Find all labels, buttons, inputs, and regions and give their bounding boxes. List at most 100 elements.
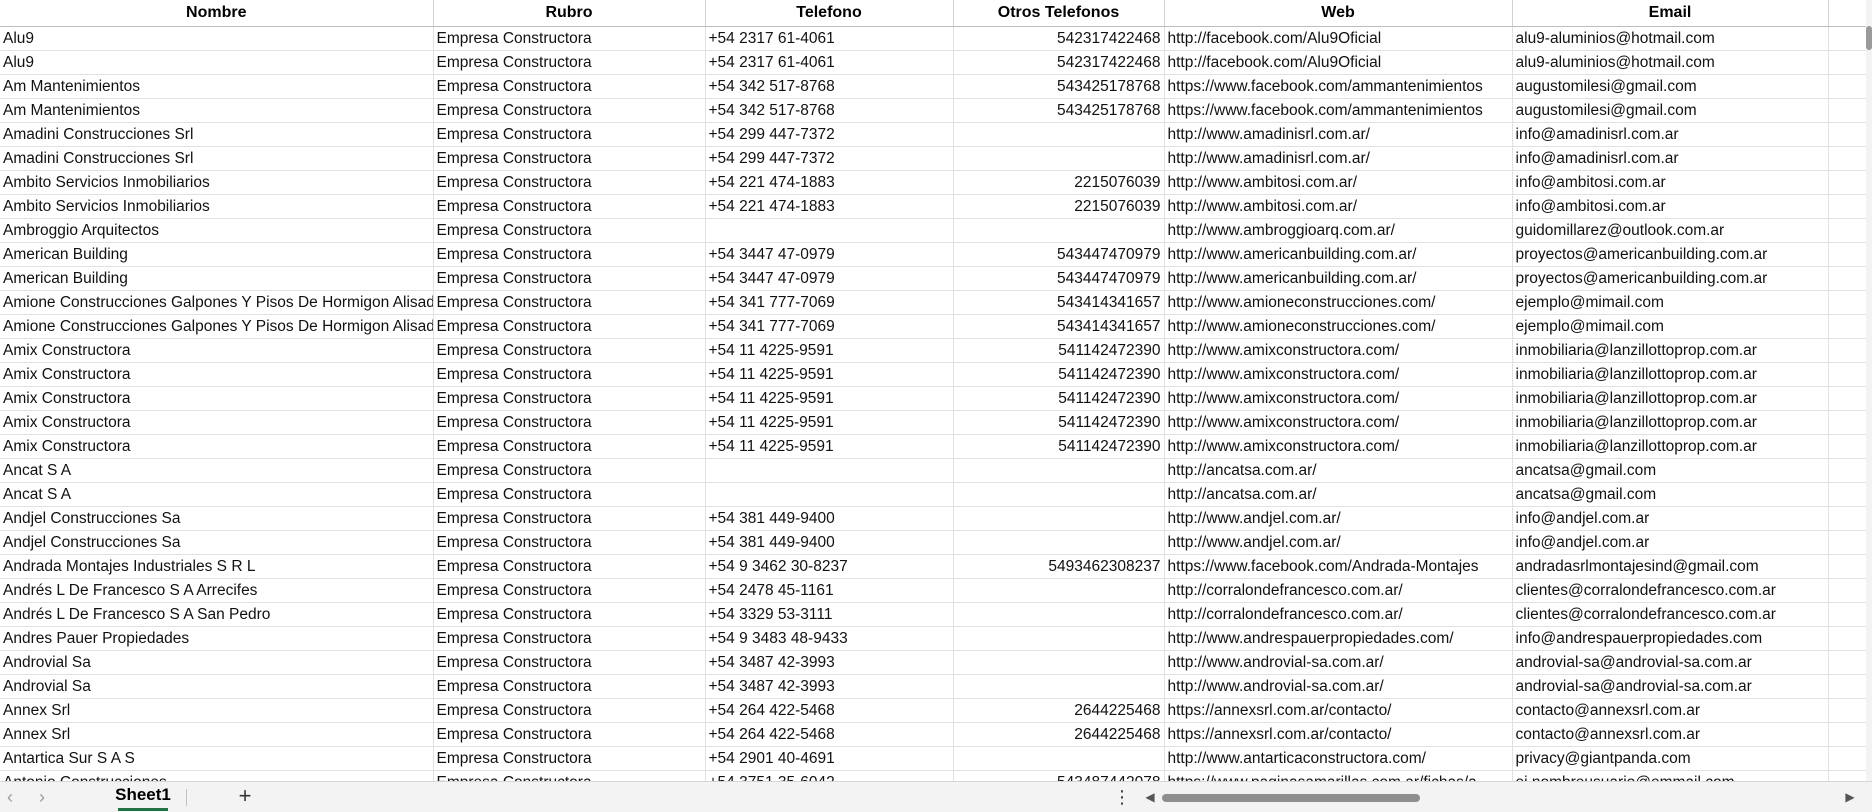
cell[interactable] xyxy=(1828,578,1866,603)
cell[interactable] xyxy=(1828,314,1866,339)
cell[interactable] xyxy=(1828,26,1866,51)
cell[interactable]: Empresa Constructora xyxy=(433,50,706,75)
cell[interactable]: 543425178768 xyxy=(953,98,1165,123)
cell[interactable] xyxy=(1828,74,1866,99)
cell[interactable]: +54 2317 61-4061 xyxy=(705,26,954,51)
cell[interactable]: androvial-sa@androvial-sa.com.ar xyxy=(1512,650,1829,675)
vertical-scrollbar[interactable] xyxy=(1866,0,1872,781)
cell[interactable] xyxy=(1828,626,1866,651)
cell[interactable]: http://www.antarticaconstructora.com/ xyxy=(1164,746,1513,771)
cell[interactable] xyxy=(1828,170,1866,195)
cell[interactable]: +54 9 3462 30-8237 xyxy=(705,554,954,579)
cell[interactable]: Empresa Constructora xyxy=(433,410,706,435)
cell[interactable]: +54 2901 40-4691 xyxy=(705,746,954,771)
cell[interactable] xyxy=(953,506,1165,531)
prev-sheet-icon[interactable]: ‹ xyxy=(0,786,20,808)
cell[interactable]: +54 299 447-7372 xyxy=(705,146,954,171)
cell[interactable]: 541142472390 xyxy=(953,410,1165,435)
cell[interactable]: http://corralondefrancesco.com.ar/ xyxy=(1164,602,1513,627)
cell[interactable]: privacy@giantpanda.com xyxy=(1512,746,1829,771)
cell[interactable]: +54 11 4225-9591 xyxy=(705,410,954,435)
vertical-scroll-thumb[interactable] xyxy=(1866,26,1872,50)
cell[interactable]: alu9-aluminios@hotmail.com xyxy=(1512,26,1829,51)
cell[interactable]: Empresa Constructora xyxy=(433,26,706,51)
cell[interactable]: 542317422468 xyxy=(953,50,1165,75)
cell[interactable]: +54 341 777-7069 xyxy=(705,314,954,339)
cell[interactable]: inmobiliaria@lanzillottoprop.com.ar xyxy=(1512,410,1829,435)
horizontal-scrollbar[interactable] xyxy=(1162,794,1842,802)
cell[interactable] xyxy=(1828,146,1866,171)
cell[interactable]: Empresa Constructora xyxy=(433,362,706,387)
cell[interactable]: info@andrespauerpropiedades.com xyxy=(1512,626,1829,651)
cell[interactable]: Empresa Constructora xyxy=(433,434,706,459)
cell[interactable]: American Building xyxy=(0,242,434,267)
column-header-web[interactable]: Web xyxy=(1164,0,1513,27)
cell[interactable]: 543447470979 xyxy=(953,242,1165,267)
cell[interactable]: Empresa Constructora xyxy=(433,242,706,267)
more-options-icon[interactable]: ⋮ xyxy=(1112,784,1132,810)
cell[interactable]: http://www.americanbuilding.com.ar/ xyxy=(1164,266,1513,291)
cell[interactable]: Andjel Construcciones Sa xyxy=(0,530,434,555)
column-header-empty[interactable] xyxy=(1828,0,1866,27)
cell[interactable]: inmobiliaria@lanzillottoprop.com.ar xyxy=(1512,434,1829,459)
cell[interactable]: info@andjel.com.ar xyxy=(1512,506,1829,531)
cell[interactable]: augustomilesi@gmail.com xyxy=(1512,74,1829,99)
cell[interactable]: https://www.facebook.com/ammantenimiento… xyxy=(1164,74,1513,99)
cell[interactable]: +54 221 474-1883 xyxy=(705,194,954,219)
cell[interactable]: http://www.amixconstructora.com/ xyxy=(1164,410,1513,435)
cell[interactable]: Alu9 xyxy=(0,26,434,51)
cell[interactable]: 543447470979 xyxy=(953,266,1165,291)
cell[interactable]: +54 342 517-8768 xyxy=(705,74,954,99)
cell[interactable]: Empresa Constructora xyxy=(433,770,706,781)
cell[interactable]: ejemplo@mimail.com xyxy=(1512,314,1829,339)
cell[interactable]: inmobiliaria@lanzillottoprop.com.ar xyxy=(1512,362,1829,387)
cell[interactable]: http://www.ambitosi.com.ar/ xyxy=(1164,170,1513,195)
cell[interactable]: andradasrlmontajesind@gmail.com xyxy=(1512,554,1829,579)
cell[interactable]: Empresa Constructora xyxy=(433,386,706,411)
cell[interactable]: 543414341657 xyxy=(953,314,1165,339)
cell[interactable] xyxy=(1828,650,1866,675)
cell[interactable] xyxy=(1828,770,1866,781)
cell[interactable]: http://www.androvial-sa.com.ar/ xyxy=(1164,674,1513,699)
cell[interactable] xyxy=(1828,98,1866,123)
cell[interactable]: American Building xyxy=(0,266,434,291)
cell[interactable] xyxy=(953,578,1165,603)
cell[interactable]: contacto@annexsrl.com.ar xyxy=(1512,698,1829,723)
cell[interactable]: Andrés L De Francesco S A San Pedro xyxy=(0,602,434,627)
cell[interactable]: 541142472390 xyxy=(953,434,1165,459)
cell[interactable] xyxy=(705,482,954,507)
cell[interactable] xyxy=(1828,50,1866,75)
cell[interactable]: http://ancatsa.com.ar/ xyxy=(1164,482,1513,507)
cell[interactable]: Amix Constructora xyxy=(0,386,434,411)
cell[interactable]: Androvial Sa xyxy=(0,674,434,699)
cell[interactable] xyxy=(1828,506,1866,531)
cell[interactable] xyxy=(953,146,1165,171)
cell[interactable]: http://facebook.com/Alu9Oficial xyxy=(1164,26,1513,51)
cell[interactable]: Amadini Construcciones Srl xyxy=(0,122,434,147)
cell[interactable] xyxy=(1828,698,1866,723)
cell[interactable]: clientes@corralondefrancesco.com.ar xyxy=(1512,578,1829,603)
cell[interactable]: +54 221 474-1883 xyxy=(705,170,954,195)
cell[interactable] xyxy=(953,482,1165,507)
cell[interactable]: Empresa Constructora xyxy=(433,746,706,771)
cell[interactable]: https://annexsrl.com.ar/contacto/ xyxy=(1164,722,1513,747)
cell[interactable] xyxy=(1828,242,1866,267)
cell[interactable]: Empresa Constructora xyxy=(433,74,706,99)
cell[interactable]: 2215076039 xyxy=(953,194,1165,219)
cell[interactable]: +54 11 4225-9591 xyxy=(705,338,954,363)
cell[interactable]: http://www.amixconstructora.com/ xyxy=(1164,434,1513,459)
cell[interactable]: info@amadinisrl.com.ar xyxy=(1512,122,1829,147)
cell[interactable]: +54 341 777-7069 xyxy=(705,290,954,315)
cell[interactable] xyxy=(1828,434,1866,459)
cell[interactable]: Andrada Montajes Industriales S R L xyxy=(0,554,434,579)
cell[interactable] xyxy=(1828,410,1866,435)
cell[interactable]: Empresa Constructora xyxy=(433,626,706,651)
cell[interactable]: guidomillarez@outlook.com.ar xyxy=(1512,218,1829,243)
cell[interactable]: ej.nombreusuario@emmail.com xyxy=(1512,770,1829,781)
cell[interactable]: +54 381 449-9400 xyxy=(705,506,954,531)
cell[interactable]: 541142472390 xyxy=(953,386,1165,411)
cell[interactable]: Alu9 xyxy=(0,50,434,75)
cell[interactable] xyxy=(1828,338,1866,363)
cell[interactable]: Empresa Constructora xyxy=(433,458,706,483)
cell[interactable]: Andres Pauer Propiedades xyxy=(0,626,434,651)
